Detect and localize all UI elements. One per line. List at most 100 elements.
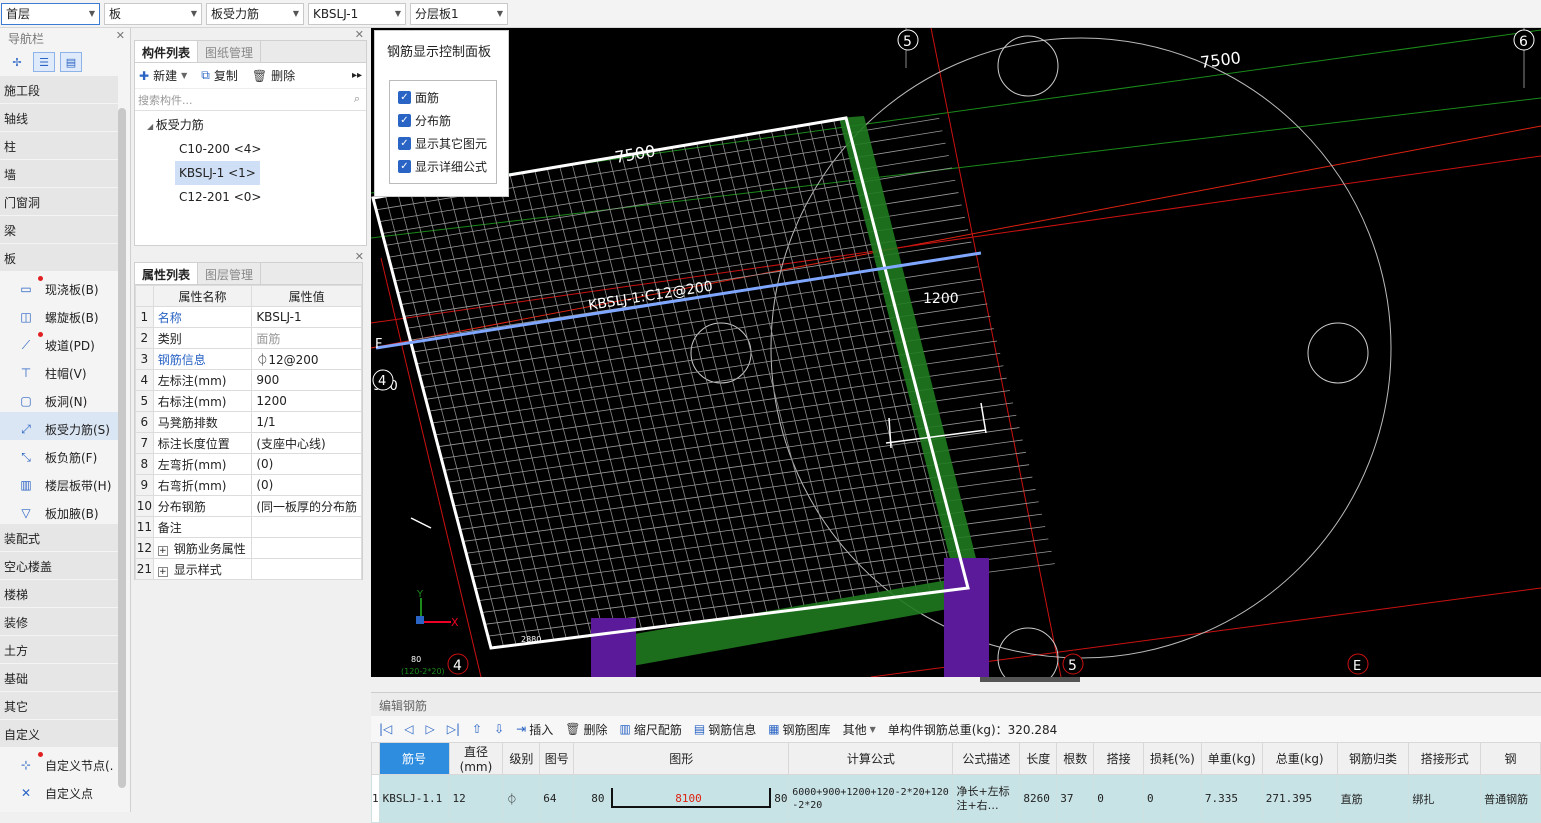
copy-button[interactable]: ⧉ 复制: [201, 67, 238, 84]
column-header[interactable]: 总重(kg): [1261, 742, 1338, 775]
column-header[interactable]: 图号: [539, 742, 575, 775]
property-row[interactable]: 3 钢筋信息 ⏀12@200: [135, 348, 362, 370]
property-value[interactable]: [251, 537, 362, 559]
tree-item-c10[interactable]: C10-200 <4>: [179, 137, 261, 161]
tree-item-c12[interactable]: C12-201 <0>: [179, 185, 261, 209]
property-row[interactable]: 4 左标注(mm) 900: [135, 369, 362, 391]
nav-category-categories_top6[interactable]: 板: [0, 244, 118, 272]
column-header[interactable]: 根数: [1056, 742, 1095, 775]
checkbox-distribution-rebar[interactable]: ✓ 分布筋: [390, 109, 496, 132]
checkbox-show-other[interactable]: ✓ 显示其它图元: [390, 132, 496, 155]
nav-category-categories_bottom3[interactable]: 装修: [0, 608, 118, 636]
column-header[interactable]: 单重(kg): [1200, 742, 1263, 775]
next-icon[interactable]: ▷: [426, 722, 435, 736]
tab-component-list[interactable]: 构件列表: [135, 41, 199, 62]
column-header[interactable]: 筋号: [378, 742, 450, 775]
nav-item-ramp[interactable]: ⟋ 坡道(PD): [0, 328, 118, 356]
cell-figure[interactable]: 64: [539, 774, 575, 823]
nav-item-slab-rebar[interactable]: ⤢ 板受力筋(S): [0, 412, 118, 440]
tab-property-list[interactable]: 属性列表: [135, 263, 199, 284]
cell-count[interactable]: 37: [1056, 774, 1095, 823]
nav-category-categories_bottom7[interactable]: 自定义: [0, 720, 118, 748]
floor-select[interactable]: 首层 ▼: [1, 3, 100, 25]
cell-category[interactable]: 直筋: [1336, 774, 1410, 823]
tree-root[interactable]: ◢ 板受力筋: [147, 113, 204, 137]
nav-item-slab-hole[interactable]: ▢ 板洞(N): [0, 384, 118, 412]
rebar-library-button[interactable]: ▦ 钢筋图库: [768, 721, 830, 738]
nav-item-custom-node[interactable]: ⊹ 自定义节点(.: [0, 748, 118, 776]
property-value[interactable]: KBSLJ-1: [251, 306, 362, 328]
nav-category-categories_top1[interactable]: 轴线: [0, 104, 118, 132]
more-icon[interactable]: ▸▸: [352, 70, 362, 81]
move-up-icon[interactable]: ⇧: [472, 722, 482, 736]
tree-item-kbslj[interactable]: KBSLJ-1 <1>: [175, 161, 260, 185]
column-header[interactable]: 计算公式: [788, 742, 954, 775]
layer-select[interactable]: 分层板1 ▼: [410, 3, 508, 25]
other-dropdown[interactable]: 其他 ▼: [843, 721, 876, 738]
nav-category-categories_top3[interactable]: 墙: [0, 160, 118, 188]
delete-button[interactable]: 🗑 删除: [252, 67, 295, 84]
component-select[interactable]: 板受力筋 ▼: [206, 3, 304, 25]
cell-type[interactable]: 普通钢筋: [1480, 774, 1541, 823]
nav-category-categories_top2[interactable]: 柱: [0, 132, 118, 160]
nav-category-categories_bottom2[interactable]: 楼梯: [0, 580, 118, 608]
drawing-canvas[interactable]: 7500 7500 1200 900 KBSLJ-1:C12@200 2880 …: [371, 28, 1541, 677]
nav-category-categories_top0[interactable]: 施工段: [0, 76, 118, 104]
cell-id[interactable]: KBSLJ-1.1: [378, 774, 450, 823]
cell-description[interactable]: 净长+左标注+右…: [952, 774, 1021, 823]
nav-scrollbar[interactable]: [118, 108, 126, 788]
property-row[interactable]: 2 类别 面筋: [135, 327, 362, 349]
expand-icon[interactable]: +: [157, 545, 168, 556]
property-value[interactable]: 1/1: [251, 411, 362, 433]
cell-shape[interactable]: 80 8100 80: [573, 774, 790, 823]
close-icon[interactable]: ✕: [355, 28, 364, 41]
nav-category-categories_top5[interactable]: 梁: [0, 216, 118, 244]
pin-icon[interactable]: ✢: [6, 52, 28, 72]
type-select[interactable]: 板 ▼: [104, 3, 202, 25]
component-search-input[interactable]: 搜索构件... ⌕: [135, 89, 366, 111]
nav-item-neg-rebar[interactable]: ⤡ 板负筋(F): [0, 440, 118, 468]
property-value[interactable]: 900: [251, 369, 362, 391]
property-row[interactable]: 1 名称 KBSLJ-1: [135, 306, 362, 328]
nav-item-slab[interactable]: ▭ 现浇板(B): [0, 272, 118, 300]
checkbox-top-rebar[interactable]: ✓ 面筋: [390, 86, 496, 109]
property-value[interactable]: 面筋: [251, 327, 362, 349]
property-row[interactable]: 6 马凳筋排数 1/1: [135, 411, 362, 433]
property-value[interactable]: ⏀12@200: [251, 348, 362, 370]
column-header[interactable]: 级别: [502, 742, 541, 775]
property-row[interactable]: 9 右弯折(mm) (0): [135, 474, 362, 496]
detail-view-icon[interactable]: ▤: [60, 52, 82, 72]
close-icon[interactable]: ✕: [355, 250, 364, 263]
move-down-icon[interactable]: ⇩: [494, 722, 504, 736]
cell-formula[interactable]: 6000+900+1200+120-2*20+120-2*20: [788, 774, 954, 823]
property-row[interactable]: 5 右标注(mm) 1200: [135, 390, 362, 412]
nav-category-categories_bottom1[interactable]: 空心楼盖: [0, 552, 118, 580]
nav-item-spiral-slab[interactable]: ◫ 螺旋板(B): [0, 300, 118, 328]
property-value[interactable]: (同一板厚的分布筋: [251, 495, 362, 517]
nav-category-categories_bottom5[interactable]: 基础: [0, 664, 118, 692]
cell-lap-form[interactable]: 绑扎: [1408, 774, 1482, 823]
property-row[interactable]: 10 分布钢筋 (同一板厚的分布筋: [135, 495, 362, 517]
cell-loss[interactable]: 0: [1143, 774, 1202, 823]
column-header[interactable]: 搭接形式: [1408, 742, 1482, 775]
property-row[interactable]: 11 备注: [135, 516, 362, 538]
column-header[interactable]: 图形: [573, 742, 790, 775]
first-icon[interactable]: |◁: [379, 722, 392, 736]
nav-category-categories_bottom4[interactable]: 土方: [0, 636, 118, 664]
last-icon[interactable]: ▷|: [447, 722, 460, 736]
table-row[interactable]: 1 KBSLJ-1.1 12 ⏀ 64 80 8100 80 6000+900+…: [371, 774, 1541, 823]
property-row[interactable]: 21 + 显示样式: [135, 558, 362, 580]
prev-icon[interactable]: ◁: [404, 722, 413, 736]
nav-item-column-cap[interactable]: ⊤ 柱帽(V): [0, 356, 118, 384]
delete-row-button[interactable]: 🗑 删除: [565, 721, 607, 738]
tab-drawing-management[interactable]: 图纸管理: [198, 41, 262, 62]
property-value[interactable]: (支座中心线): [251, 432, 362, 454]
cell-unit-weight[interactable]: 7.335: [1200, 774, 1263, 823]
property-value[interactable]: [251, 558, 362, 580]
nav-category-categories_top4[interactable]: 门窗洞: [0, 188, 118, 216]
nav-category-categories_bottom0[interactable]: 装配式: [0, 524, 118, 552]
property-row[interactable]: 12 + 钢筋业务属性: [135, 537, 362, 559]
property-value[interactable]: 1200: [251, 390, 362, 412]
splitter-handle[interactable]: [980, 677, 1080, 682]
list-view-icon[interactable]: ☰: [33, 52, 55, 72]
